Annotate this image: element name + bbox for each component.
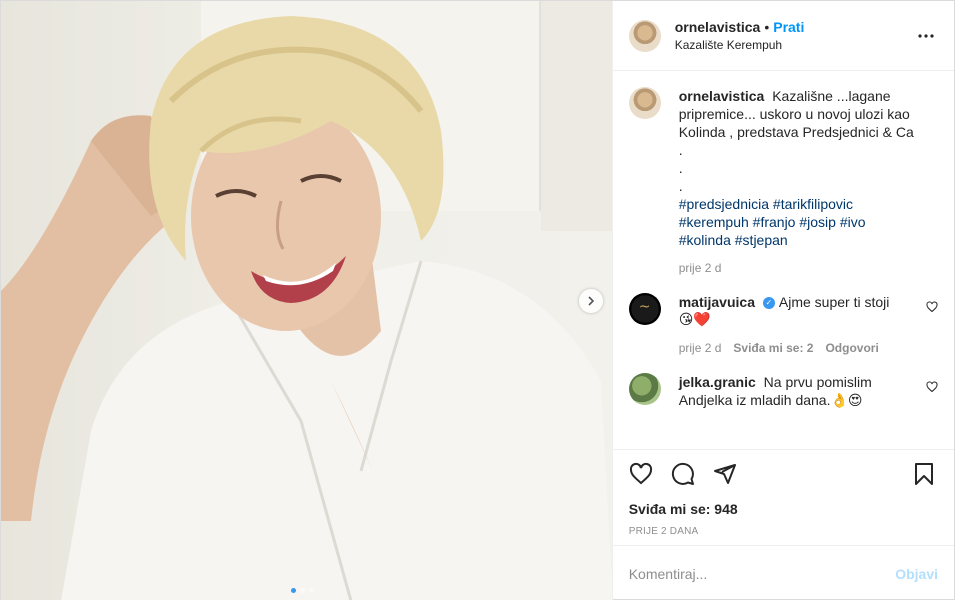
verified-badge-icon: ✓ bbox=[762, 297, 775, 310]
caption-meta: prije 2 d bbox=[679, 259, 938, 277]
share-icon bbox=[713, 464, 736, 484]
comment-emoji: 😘❤️ bbox=[678, 312, 711, 328]
caption-entry: ornelavistica Kazališne ...lagane pripre… bbox=[628, 87, 938, 277]
comments-list[interactable]: ornelavistica Kazališne ...lagane pripre… bbox=[613, 71, 954, 449]
bookmark-icon bbox=[915, 463, 933, 485]
likes-count[interactable]: Sviđa mi se: 948 bbox=[629, 500, 938, 518]
follow-button[interactable]: Prati bbox=[773, 19, 804, 35]
caption-time: prije 2 d bbox=[678, 261, 722, 275]
hashtag-link[interactable]: #predsjednicia bbox=[679, 196, 769, 212]
hashtag-link[interactable]: #kerempuh bbox=[679, 214, 749, 230]
post-header: ornelavistica • Prati Kazalište Kerempuh bbox=[612, 1, 954, 71]
add-comment-bar: Objavi bbox=[612, 545, 954, 600]
comment-like-heart-icon[interactable] bbox=[926, 301, 938, 313]
comment-button[interactable] bbox=[671, 462, 697, 488]
chevron-right-icon bbox=[588, 296, 595, 306]
caption-body: ornelavistica Kazališne ...lagane pripre… bbox=[679, 87, 938, 277]
comment-body: matijavuica ✓ Ajme super ti stoji 😘❤️ pri… bbox=[679, 293, 938, 357]
avatar[interactable] bbox=[628, 373, 661, 405]
share-button[interactable] bbox=[713, 462, 739, 488]
save-button[interactable] bbox=[912, 462, 938, 488]
comment-text: Ajme super ti stoji bbox=[778, 294, 890, 310]
carousel-next-button[interactable] bbox=[579, 289, 603, 313]
caption-username[interactable]: ornelavistica bbox=[679, 88, 769, 104]
comment-icon bbox=[671, 462, 694, 485]
like-button[interactable] bbox=[629, 462, 655, 488]
comment-body: jelka.granic Na prvu pomislim Andjelka i… bbox=[679, 373, 938, 410]
hashtag-link[interactable]: #stjepan bbox=[735, 232, 788, 248]
comment-input[interactable] bbox=[628, 565, 896, 582]
carousel-indicator bbox=[291, 588, 314, 593]
post-timestamp: PRIJE 2 DANA bbox=[628, 526, 699, 537]
more-options-button[interactable] bbox=[914, 24, 938, 48]
hashtag-line: #kerempuh #franjo #josip #ivo bbox=[679, 213, 938, 231]
reply-button[interactable]: Odgovori bbox=[825, 339, 878, 357]
instagram-post: ornelavistica • Prati Kazalište Kerempuh o… bbox=[0, 0, 955, 600]
hashtag-link[interactable]: #kolinda bbox=[679, 232, 731, 248]
hashtag-link[interactable]: #tarikfilipovic bbox=[773, 196, 853, 212]
comment-time: prije 2 d bbox=[678, 341, 722, 355]
comment-emoji: 👌😍 bbox=[830, 393, 863, 409]
hashtag-link[interactable]: #josip bbox=[799, 214, 836, 230]
carousel-dot bbox=[291, 588, 296, 593]
caption-dot: . bbox=[678, 178, 683, 194]
carousel-dot bbox=[309, 588, 314, 593]
comment-item: jelka.granic Na prvu pomislim Andjelka i… bbox=[628, 373, 938, 410]
carousel-dot bbox=[300, 588, 305, 593]
comment-item: matijavuica ✓Ajme super ti stoji 😘❤️ pri… bbox=[628, 293, 938, 357]
caption-dot: . bbox=[678, 160, 683, 176]
comment-username[interactable]: matijavuica bbox=[679, 294, 759, 310]
post-actions: Sviđa mi se: 948 PRIJE 2 DANA bbox=[612, 449, 954, 545]
comment-likes-link[interactable]: Sviđa mi se: 2 bbox=[733, 339, 813, 357]
hashtag-line: #predsjednicia #tarikfilipovic bbox=[679, 195, 938, 213]
action-row bbox=[629, 450, 938, 500]
heart-icon bbox=[629, 462, 652, 485]
post-side-panel: ornelavistica • Prati Kazalište Kerempuh o… bbox=[611, 1, 954, 600]
hashtag-link[interactable]: #ivo bbox=[840, 214, 866, 230]
author-username[interactable]: ornelavistica bbox=[675, 19, 761, 35]
comment-username[interactable]: jelka.granic bbox=[679, 374, 760, 390]
hashtag-line: #kolinda #stjepan bbox=[679, 231, 938, 249]
header-separator: • bbox=[764, 18, 770, 35]
avatar[interactable] bbox=[628, 87, 661, 119]
location-link[interactable]: Kazalište Kerempuh bbox=[675, 36, 805, 54]
portrait-illustration bbox=[1, 16, 612, 600]
avatar[interactable] bbox=[628, 293, 661, 325]
avatar[interactable] bbox=[628, 19, 661, 52]
more-dots-icon bbox=[918, 33, 934, 38]
comment-meta: prije 2 d Sviđa mi se: 2 Odgovori bbox=[679, 339, 918, 357]
caption-dot: . bbox=[678, 142, 683, 158]
post-comment-button[interactable]: Objavi bbox=[895, 566, 938, 582]
post-photo[interactable] bbox=[1, 1, 612, 600]
comment-like-heart-icon[interactable] bbox=[926, 381, 938, 393]
hashtag-link[interactable]: #franjo bbox=[753, 214, 796, 230]
header-text: ornelavistica • Prati Kazalište Kerempuh bbox=[675, 18, 805, 54]
